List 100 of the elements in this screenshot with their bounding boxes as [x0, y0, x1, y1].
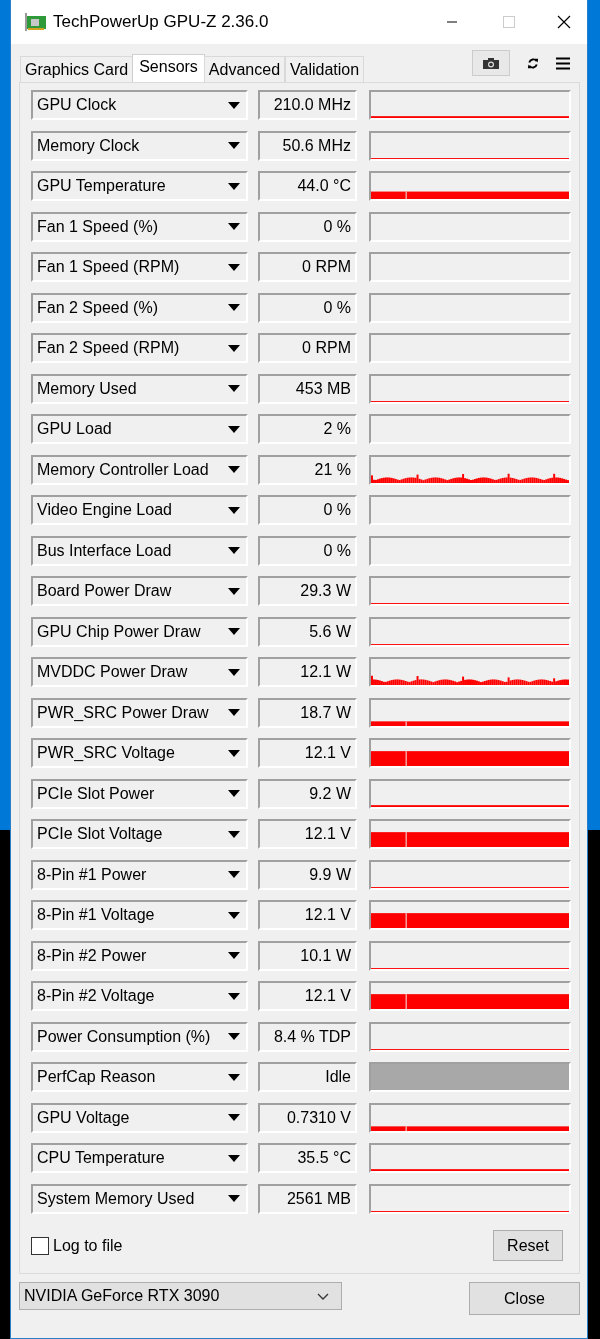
sensor-select[interactable]: Memory Clock: [31, 130, 248, 161]
dropdown-arrow-icon: [227, 263, 240, 271]
sensor-value: 12.1 V: [257, 819, 357, 849]
sensor-value: 44.0 °C: [257, 171, 357, 201]
sensor-value: 2561 MB: [257, 1183, 357, 1214]
window-title: TechPowerUp GPU-Z 2.36.0: [53, 12, 270, 32]
sensor-select[interactable]: 8-Pin #2 Voltage: [31, 981, 248, 1011]
sensor-select[interactable]: Fan 2 Speed (RPM): [31, 333, 248, 363]
dropdown-arrow-icon: [227, 871, 240, 878]
dropdown-arrow-icon: [227, 749, 240, 757]
sensor-value: Idle: [257, 1062, 357, 1092]
dropdown-arrow-icon: [227, 830, 240, 838]
sensor-select[interactable]: Fan 2 Speed (%): [31, 292, 248, 323]
dropdown-arrow-icon: [227, 911, 240, 919]
log-to-file-checkbox[interactable]: Log to file: [31, 1236, 123, 1255]
tab[interactable]: Graphics Card: [20, 56, 134, 82]
camera-icon: [483, 57, 499, 69]
sensor-select[interactable]: Power Consumption (%): [31, 1021, 248, 1052]
graphics-card-icon: [25, 13, 47, 31]
sensor-value: 21 %: [257, 454, 357, 485]
dropdown-arrow-icon: [227, 587, 240, 595]
sensor-select[interactable]: PWR_SRC Voltage: [31, 738, 248, 768]
sensor-value: 0 RPM: [257, 252, 357, 282]
close-button[interactable]: Close: [469, 1282, 580, 1315]
sensor-value: 0 %: [257, 495, 357, 525]
sensor-value: 50.6 MHz: [257, 130, 357, 161]
sensor-select[interactable]: PCIe Slot Power: [31, 778, 248, 809]
dropdown-arrow-icon: [227, 1154, 240, 1162]
dropdown-arrow-icon: [227, 952, 240, 959]
sensor-select[interactable]: System Memory Used: [31, 1183, 248, 1214]
sensor-value: 210.0 MHz: [257, 90, 357, 120]
dropdown-arrow-icon: [227, 709, 240, 716]
sensor-value: 453 MB: [257, 373, 357, 404]
sensor-select[interactable]: CPU Temperature: [31, 1143, 248, 1173]
dropdown-arrow-icon: [227, 466, 240, 473]
sensor-value: 9.9 W: [257, 859, 357, 890]
sensor-value: 9.2 W: [257, 778, 357, 809]
sensor-select[interactable]: 8-Pin #1 Voltage: [31, 900, 248, 930]
tab[interactable]: Sensors: [132, 54, 205, 82]
menu-icon[interactable]: [556, 56, 570, 70]
reset-button[interactable]: Reset: [493, 1230, 563, 1261]
sensor-value: 35.5 °C: [257, 1143, 357, 1173]
sensor-select[interactable]: PerfCap Reason: [31, 1062, 248, 1092]
dropdown-arrow-icon: [227, 142, 240, 149]
sensor-select[interactable]: GPU Chip Power Draw: [31, 616, 248, 647]
sensor-value: 12.1 V: [257, 738, 357, 768]
sensor-value: 0.7310 V: [257, 1102, 357, 1133]
sensor-select[interactable]: Bus Interface Load: [31, 535, 248, 566]
dropdown-arrow-icon: [227, 1033, 240, 1040]
sensor-value: 29.3 W: [257, 576, 357, 606]
sensor-select[interactable]: 8-Pin #2 Power: [31, 940, 248, 971]
dropdown-arrow-icon: [227, 506, 240, 514]
sensor-select[interactable]: GPU Voltage: [31, 1102, 248, 1133]
dropdown-arrow-icon: [227, 344, 240, 352]
sensor-select[interactable]: Fan 1 Speed (%): [31, 211, 248, 242]
sensor-value: 0 RPM: [257, 333, 357, 363]
screenshot-button[interactable]: [472, 50, 510, 76]
sensor-select[interactable]: Fan 1 Speed (RPM): [31, 252, 248, 282]
refresh-icon[interactable]: [526, 56, 540, 70]
dropdown-arrow-icon: [227, 223, 240, 230]
sensor-select[interactable]: GPU Temperature: [31, 171, 248, 201]
dropdown-arrow-icon: [227, 182, 240, 190]
sensor-select[interactable]: Memory Controller Load: [31, 454, 248, 485]
sensor-value: 10.1 W: [257, 940, 357, 971]
sensor-select[interactable]: GPU Load: [31, 414, 248, 444]
sensor-select[interactable]: PWR_SRC Power Draw: [31, 697, 248, 728]
sensor-select[interactable]: Board Power Draw: [31, 576, 248, 606]
sensor-value: 12.1 V: [257, 981, 357, 1011]
dropdown-arrow-icon: [227, 547, 240, 554]
dropdown-arrow-icon: [227, 1195, 240, 1202]
sensor-select[interactable]: GPU Clock: [31, 90, 248, 120]
sensor-select[interactable]: MVDDC Power Draw: [31, 657, 248, 687]
dropdown-arrow-icon: [227, 628, 240, 635]
sensor-value: 5.6 W: [257, 616, 357, 647]
chevron-down-icon: [317, 1292, 329, 1300]
dropdown-arrow-icon: [227, 668, 240, 676]
dropdown-arrow-icon: [227, 425, 240, 433]
sensor-select[interactable]: Memory Used: [31, 373, 248, 404]
sensor-value: 18.7 W: [257, 697, 357, 728]
sensor-value: 12.1 V: [257, 900, 357, 930]
sensor-value: 0 %: [257, 292, 357, 323]
sensor-value: 0 %: [257, 211, 357, 242]
sensor-value: 8.4 % TDP: [257, 1021, 357, 1052]
dropdown-arrow-icon: [227, 1073, 240, 1081]
sensor-select[interactable]: Video Engine Load: [31, 495, 248, 525]
dropdown-arrow-icon: [227, 790, 240, 797]
gpu-select[interactable]: NVIDIA GeForce RTX 3090: [19, 1282, 342, 1310]
dropdown-arrow-icon: [227, 385, 240, 392]
tab[interactable]: Validation: [285, 56, 365, 82]
dropdown-arrow-icon: [227, 101, 240, 109]
sensor-value: 2 %: [257, 414, 357, 444]
sensor-select[interactable]: PCIe Slot Voltage: [31, 819, 248, 849]
sensor-value: 0 %: [257, 535, 357, 566]
sensor-select[interactable]: 8-Pin #1 Power: [31, 859, 248, 890]
checkbox[interactable]: [31, 1236, 49, 1255]
dropdown-arrow-icon: [227, 1114, 240, 1121]
dropdown-arrow-icon: [227, 304, 240, 311]
sensor-value: 12.1 W: [257, 657, 357, 687]
tab[interactable]: Advanced: [203, 56, 286, 82]
dropdown-arrow-icon: [227, 992, 240, 1000]
